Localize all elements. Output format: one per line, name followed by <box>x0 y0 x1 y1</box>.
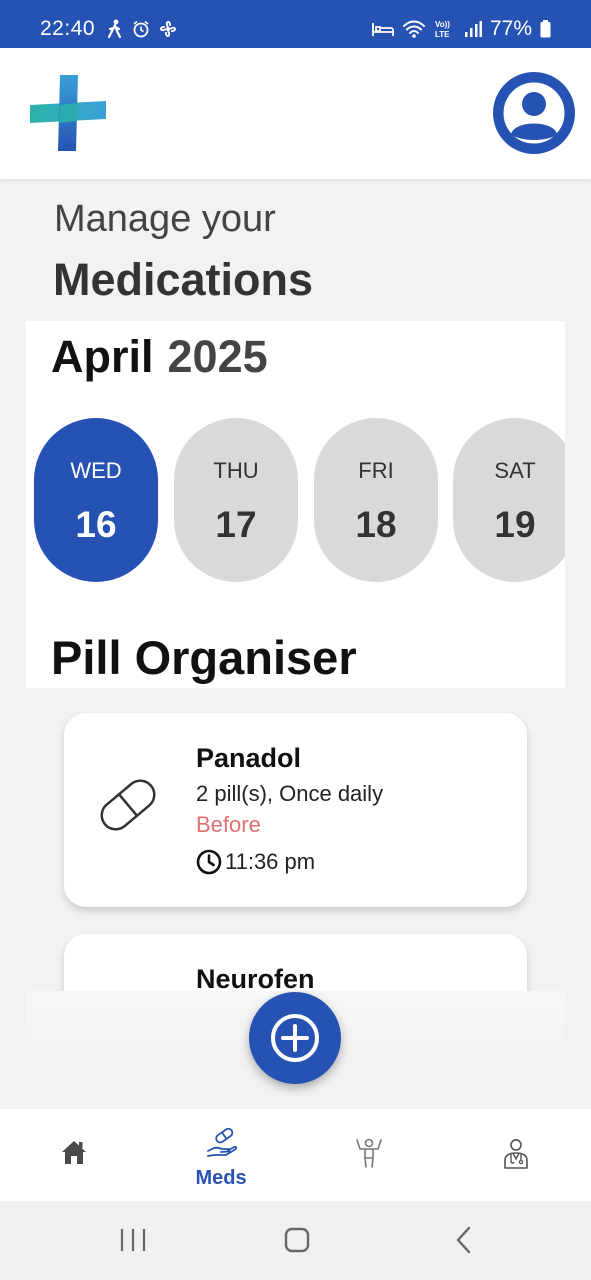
medication-time-row: 11:36 pm <box>196 849 315 875</box>
profile-button[interactable] <box>493 72 575 154</box>
day-number: 18 <box>355 504 397 545</box>
page-subtitle: Manage your <box>54 198 276 240</box>
add-medication-button[interactable] <box>249 992 341 1084</box>
home-button-icon[interactable] <box>283 1225 311 1255</box>
fan-icon <box>160 21 176 37</box>
home-icon <box>62 1141 86 1164</box>
signal-icon <box>464 21 482 37</box>
year-label: 2025 <box>167 331 268 382</box>
clock-icon <box>196 849 222 875</box>
day-pill-fri[interactable]: FRI 18 <box>314 418 438 582</box>
recent-apps-icon[interactable] <box>119 1225 147 1255</box>
doctor-icon <box>504 1138 528 1169</box>
day-number: 19 <box>494 504 536 545</box>
nav-exercise[interactable] <box>309 1109 429 1201</box>
user-avatar-icon <box>502 81 566 145</box>
system-navigation-bar <box>0 1201 591 1280</box>
medication-name: Panadol <box>196 743 302 773</box>
day-name: SAT <box>494 458 536 483</box>
bed-icon <box>372 23 394 36</box>
day-name: FRI <box>358 458 394 483</box>
battery-percent: 77% <box>489 17 532 40</box>
day-name: THU <box>213 458 259 483</box>
medical-cross-logo <box>30 75 106 151</box>
bottom-navigation: Meds <box>0 1109 591 1201</box>
svg-text:LTE: LTE <box>435 30 450 39</box>
nav-doctor[interactable] <box>456 1109 576 1201</box>
day-pill-wed[interactable]: WED 16 <box>34 418 158 582</box>
exercise-person-icon <box>356 1138 382 1168</box>
nav-home[interactable] <box>14 1109 134 1201</box>
pill-organiser-title: Pill Organiser <box>51 631 357 684</box>
page-title: Medications <box>53 254 314 305</box>
day-name: WED <box>70 458 122 483</box>
back-icon[interactable] <box>450 1225 478 1255</box>
medication-time: 11:36 pm <box>225 849 316 874</box>
wifi-icon <box>402 20 425 38</box>
alarm-icon <box>133 20 149 38</box>
svg-text:Vo)): Vo)) <box>435 20 450 29</box>
medication-card[interactable]: Panadol 2 pill(s), Once daily Before 11:… <box>64 713 527 907</box>
battery-icon <box>540 20 551 38</box>
meds-hand-icon <box>207 1127 237 1157</box>
month-label: April <box>51 331 154 382</box>
add-circle-icon <box>271 1014 319 1062</box>
medication-timing: Before <box>196 812 261 837</box>
month-year-header: April 2025 <box>51 331 268 383</box>
status-bar: 22:40 Vo)) LTE 77% <box>0 0 591 48</box>
capsule-icon <box>100 779 156 831</box>
day-number: 17 <box>215 504 257 545</box>
nav-meds[interactable]: Meds <box>161 1109 281 1201</box>
day-selector: WED 16 THU 17 FRI 18 SAT 19 <box>34 418 565 582</box>
medication-dose: 2 pill(s), Once daily <box>196 781 384 806</box>
walk-icon <box>107 19 122 39</box>
day-pill-thu[interactable]: THU 17 <box>174 418 298 582</box>
day-pill-sat[interactable]: SAT 19 <box>453 418 565 582</box>
status-time: 22:40 <box>40 17 96 40</box>
volte-icon: Vo))LTE <box>435 20 450 39</box>
day-number: 16 <box>75 504 117 545</box>
app-header <box>0 48 591 179</box>
nav-label-meds: Meds <box>195 1167 247 1189</box>
